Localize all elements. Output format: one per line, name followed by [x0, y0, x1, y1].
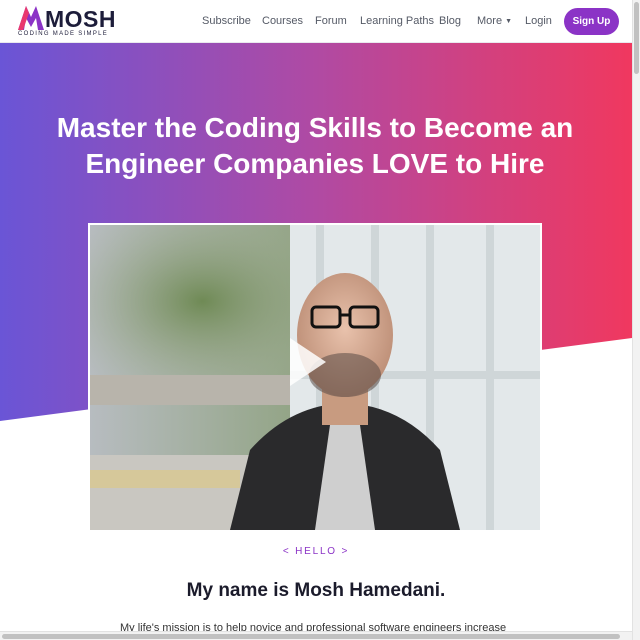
nav-more-label: More	[477, 15, 503, 27]
intro-heading: My name is Mosh Hamedani.	[186, 580, 446, 601]
logo-mark-icon	[18, 6, 44, 30]
vertical-scrollbar[interactable]	[632, 0, 640, 640]
mosh-logo[interactable]: MOSH CODING MADE SIMPLE	[18, 6, 118, 38]
hero-title-line-1: Master the Coding Skills to Become an	[56, 112, 574, 143]
play-icon[interactable]	[290, 338, 326, 386]
logo-tagline: CODING MADE SIMPLE	[18, 31, 109, 37]
hello-eyebrow: < HELLO >	[282, 546, 350, 557]
intro-video[interactable]	[88, 223, 542, 532]
nav-learning-paths[interactable]: Learning Paths	[360, 14, 434, 28]
hero-title: Master the Coding Skills to Become an En…	[40, 110, 590, 182]
nav-courses[interactable]: Courses	[262, 14, 303, 28]
nav-login[interactable]: Login	[525, 14, 552, 28]
nav-more[interactable]: More ▼	[477, 14, 512, 29]
logo-wordmark: MOSH	[45, 6, 116, 32]
nav-forum[interactable]: Forum	[315, 14, 347, 28]
sign-up-button[interactable]: Sign Up	[564, 8, 619, 35]
hero-title-line-2: Engineer Companies LOVE to Hire	[85, 148, 545, 179]
horizontal-scroll-thumb[interactable]	[2, 634, 620, 639]
vertical-scroll-thumb[interactable]	[634, 2, 639, 74]
nav-subscribe[interactable]: Subscribe	[202, 14, 251, 28]
caret-down-icon: ▼	[505, 18, 512, 25]
nav-blog[interactable]: Blog	[439, 14, 461, 28]
horizontal-scrollbar[interactable]	[0, 631, 632, 640]
top-navbar: MOSH CODING MADE SIMPLE Subscribe Course…	[0, 0, 632, 43]
